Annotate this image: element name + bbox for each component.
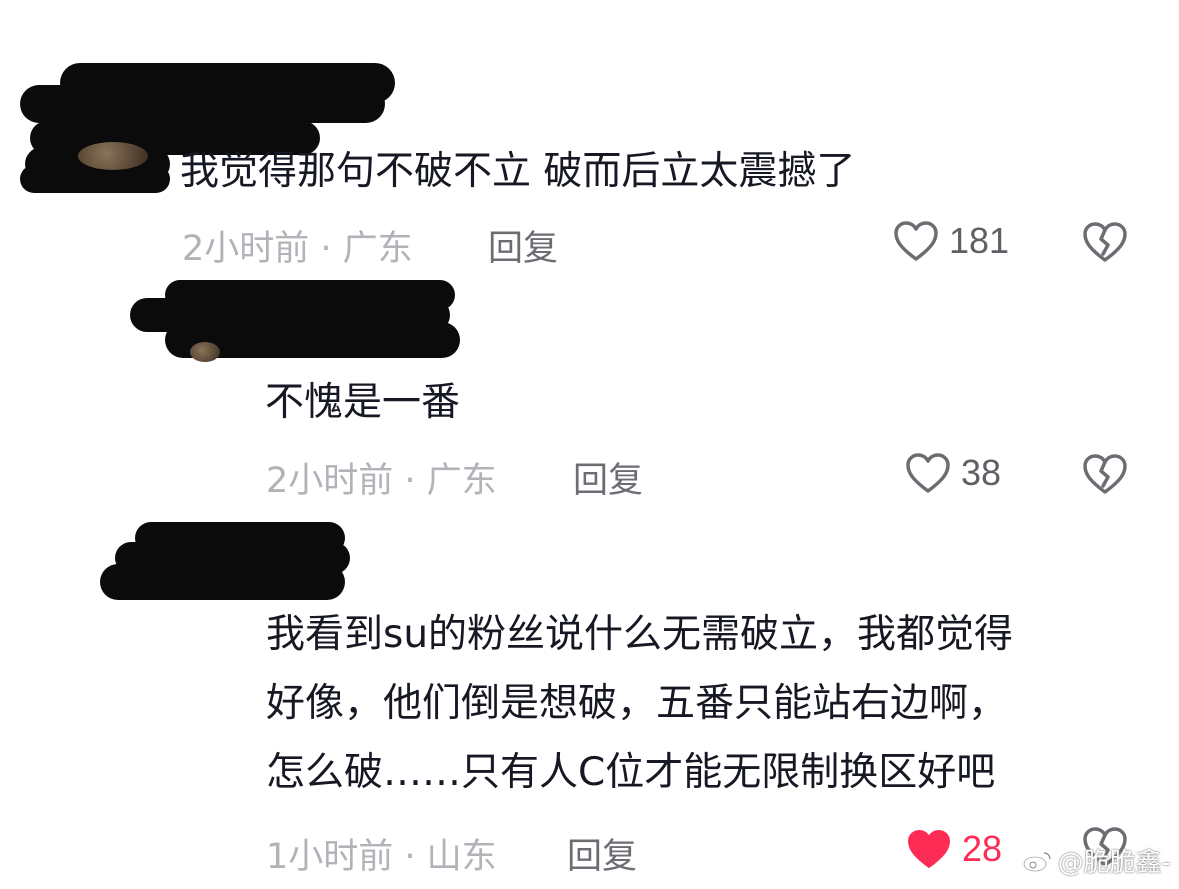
watermark: @脆脆鑫-	[1022, 842, 1171, 879]
comment-text: 我看到su的粉丝说什么无需破立，我都觉得 好像，他们倒是想破，五番只能站右边啊，…	[266, 600, 1013, 807]
comment-text-line: 我看到su的粉丝说什么无需破立，我都觉得	[266, 612, 1014, 657]
avatar[interactable]	[190, 342, 220, 362]
meta-separator: ·	[393, 837, 427, 877]
reply-button[interactable]: 回复	[573, 452, 643, 503]
heart-outline-icon	[906, 453, 950, 493]
comment-meta: 2小时前 · 广东	[266, 452, 497, 503]
reply-button[interactable]: 回复	[567, 828, 637, 879]
like-button[interactable]: 181	[893, 220, 1009, 262]
broken-heart-icon	[1083, 222, 1127, 262]
comment-time: 2小时前	[266, 461, 394, 501]
dislike-button[interactable]	[1082, 453, 1128, 499]
meta-separator: ·	[393, 461, 427, 501]
comment-text: 我觉得那句不破不立 破而后立太震撼了	[180, 149, 856, 194]
meta-separator: ·	[309, 229, 343, 269]
comment-location: 山东	[426, 837, 497, 877]
like-button[interactable]: 28	[906, 828, 1002, 870]
comment-text-line: 好像，他们倒是想破，五番只能站右边啊，	[266, 681, 1008, 726]
heart-filled-icon	[908, 830, 950, 868]
comment-text-line: 怎么破……只有人C位才能无限制换区好吧	[266, 750, 996, 795]
comment-location: 广东	[342, 229, 413, 269]
like-count: 28	[962, 828, 1003, 869]
comment-location: 广东	[426, 461, 497, 501]
like-count: 38	[961, 452, 1002, 493]
watermark-text: @脆脆鑫-	[1057, 848, 1171, 878]
avatar[interactable]	[78, 142, 148, 170]
comment-time: 1小时前	[266, 837, 394, 877]
dislike-button[interactable]	[1082, 221, 1128, 267]
like-count: 181	[949, 220, 1010, 261]
broken-heart-icon	[1083, 454, 1127, 494]
comment-meta: 2小时前 · 广东	[182, 220, 413, 271]
reply-button[interactable]: 回复	[488, 220, 558, 271]
heart-outline-icon	[894, 221, 938, 261]
comment-text: 不愧是一番	[265, 380, 461, 425]
comment-meta: 1小时前 · 山东	[266, 828, 497, 879]
like-button[interactable]: 38	[905, 452, 1001, 494]
comment-time: 2小时前	[182, 229, 310, 269]
weibo-logo-icon	[1022, 851, 1051, 872]
